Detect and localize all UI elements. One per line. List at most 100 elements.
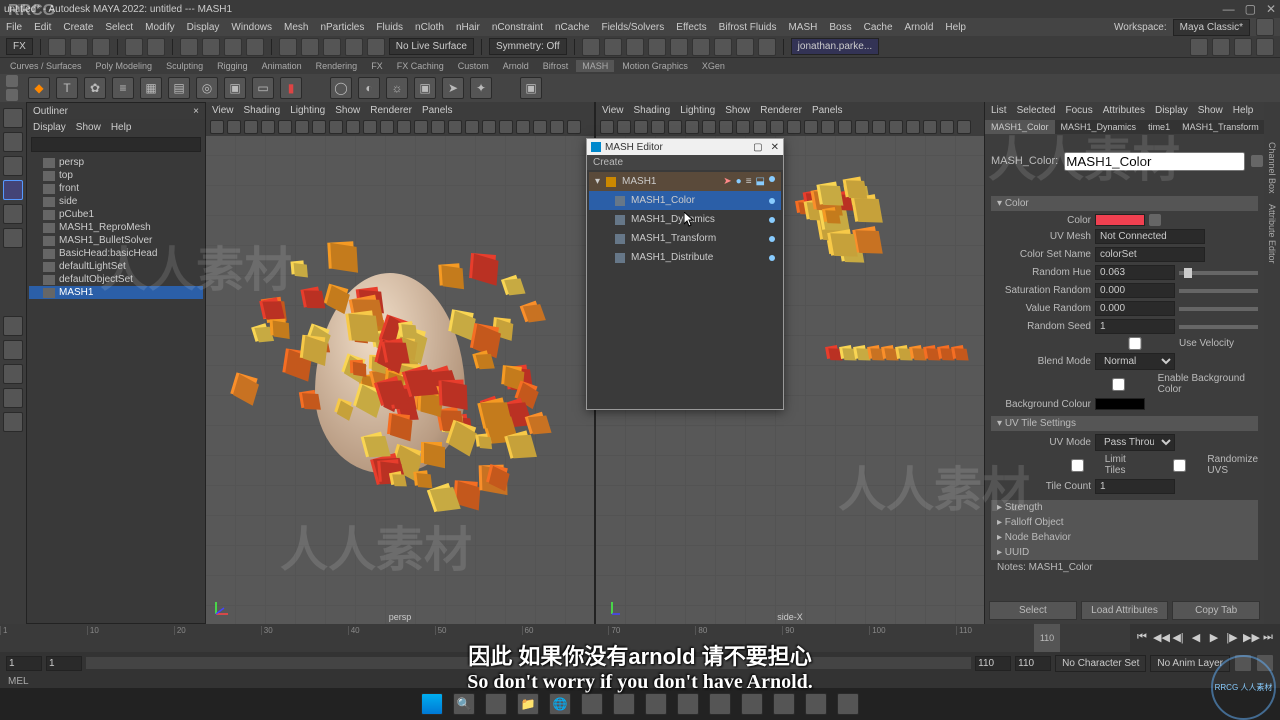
mash-editor-maximize[interactable]: ▢ — [753, 142, 762, 153]
vp-tool-icon[interactable] — [957, 120, 971, 134]
outliner-menu-item[interactable]: Display — [33, 122, 66, 133]
current-frame-indicator[interactable]: 110 — [1034, 624, 1060, 652]
scale-tool-icon[interactable] — [3, 228, 23, 248]
prev-key-button[interactable]: ◀| — [1171, 631, 1185, 645]
command-line[interactable]: MEL — [0, 674, 1280, 688]
mash-camera-icon[interactable]: ▣ — [414, 77, 436, 99]
vp-tool-icon[interactable] — [482, 120, 496, 134]
mash-extra-icon[interactable]: ▣ — [520, 77, 542, 99]
outliner-item[interactable]: top — [29, 169, 203, 182]
mash-node-item[interactable]: MASH1_Color — [589, 191, 781, 210]
layout-two-stack-icon[interactable] — [3, 388, 23, 408]
mash-util2-icon[interactable]: ▭ — [252, 77, 274, 99]
vp-tool-icon[interactable] — [380, 120, 394, 134]
attr-menu-item[interactable]: Display — [1155, 105, 1188, 116]
vp-tool-icon[interactable] — [787, 120, 801, 134]
vp-tool-icon[interactable] — [838, 120, 852, 134]
vp-tool-icon[interactable] — [448, 120, 462, 134]
open-scene-icon[interactable] — [70, 38, 88, 56]
step-back-button[interactable]: ◀◀ — [1153, 631, 1167, 645]
vp-tool-icon[interactable] — [244, 120, 258, 134]
vp-tool-icon[interactable] — [431, 120, 445, 134]
vp-tool-icon[interactable] — [414, 120, 428, 134]
menu-help[interactable]: Help — [945, 22, 966, 33]
shelf-tab[interactable]: Animation — [256, 60, 308, 72]
attr-menu-item[interactable]: Selected — [1017, 105, 1056, 116]
menu-ncloth[interactable]: nCloth — [415, 22, 444, 33]
attr-menu-item[interactable]: Help — [1233, 105, 1254, 116]
mash-editor-close[interactable]: ✕ — [771, 142, 779, 153]
anim-prefs-icon[interactable] — [1256, 654, 1274, 672]
playblast-icon[interactable] — [692, 38, 710, 56]
shelf-tab[interactable]: Sculpting — [160, 60, 209, 72]
limit-tiles-checkbox[interactable] — [1054, 459, 1101, 472]
taskbar-taskview-icon[interactable] — [485, 693, 507, 715]
redo-icon[interactable] — [147, 38, 165, 56]
evaluation-icon[interactable] — [714, 38, 732, 56]
windows-start-icon[interactable] — [421, 693, 443, 715]
vp-tool-icon[interactable] — [821, 120, 835, 134]
select-mode-icon[interactable] — [202, 38, 220, 56]
taskbar-app5-icon[interactable] — [709, 693, 731, 715]
layout-persp-outliner-icon[interactable] — [3, 412, 23, 432]
taskbar-edge-icon[interactable]: 🌐 — [549, 693, 571, 715]
vp-menu-item[interactable]: View — [212, 105, 234, 116]
new-scene-icon[interactable] — [48, 38, 66, 56]
taskbar-search-icon[interactable]: 🔍 — [453, 693, 475, 715]
menu-arnold[interactable]: Arnold — [905, 22, 934, 33]
symmetry-dropdown[interactable]: Symmetry: Off — [489, 38, 567, 55]
vp-menu-item[interactable]: Lighting — [680, 105, 715, 116]
randomize-uvs-checkbox[interactable] — [1156, 459, 1203, 472]
attr-tab[interactable]: MASH1_Color — [985, 120, 1055, 134]
vp-tool-icon[interactable] — [227, 120, 241, 134]
anim-layer-dropdown[interactable]: No Anim Layer — [1150, 655, 1230, 672]
enable-bg-checkbox[interactable] — [1083, 378, 1153, 391]
save-scene-icon[interactable] — [92, 38, 110, 56]
mash-util1-icon[interactable]: ▣ — [224, 77, 246, 99]
range-start-outer[interactable] — [6, 656, 42, 671]
blend-mode-select[interactable]: Normal — [1095, 353, 1175, 370]
attr-menu-item[interactable]: Focus — [1065, 105, 1092, 116]
shelf-toggle-icon[interactable] — [6, 75, 18, 87]
play-back-button[interactable]: ◀ — [1189, 631, 1203, 645]
light-editor-icon[interactable] — [670, 38, 688, 56]
shelf-tab[interactable]: Motion Graphics — [616, 60, 694, 72]
menu-cache[interactable]: Cache — [864, 22, 893, 33]
workspace-dropdown[interactable]: Maya Classic* — [1173, 19, 1250, 36]
vp-menu-item[interactable]: Shading — [634, 105, 671, 116]
menu-create[interactable]: Create — [63, 22, 93, 33]
menu-fieldssolvers[interactable]: Fields/Solvers — [601, 22, 664, 33]
autokey-icon[interactable] — [1234, 654, 1252, 672]
menu-fluids[interactable]: Fluids — [376, 22, 403, 33]
make-live-icon[interactable] — [367, 38, 385, 56]
go-end-button[interactable]: ⏭ — [1261, 631, 1275, 645]
tile-count-input[interactable] — [1095, 479, 1175, 494]
value-random-input[interactable] — [1095, 301, 1175, 316]
config-icon[interactable] — [1256, 18, 1274, 36]
outliner-item[interactable]: persp — [29, 156, 203, 169]
menu-set-dropdown[interactable]: FX — [6, 38, 33, 55]
taskbar-app6-icon[interactable] — [773, 693, 795, 715]
time-slider[interactable]: 1102030405060708090100110110 110 ⏮ ◀◀ ◀|… — [0, 624, 1280, 652]
attribute-editor-tab[interactable]: Attribute Editor — [1267, 204, 1277, 264]
outliner-item[interactable]: MASH1 — [29, 286, 203, 299]
menu-ncache[interactable]: nCache — [555, 22, 589, 33]
vp-tool-icon[interactable] — [329, 120, 343, 134]
value-random-slider[interactable] — [1179, 307, 1258, 311]
menu-modify[interactable]: Modify — [145, 22, 174, 33]
outliner-menu-item[interactable]: Help — [111, 122, 132, 133]
vp-tool-icon[interactable] — [804, 120, 818, 134]
live-surface-dropdown[interactable]: No Live Surface — [389, 38, 474, 55]
taskbar-app1-icon[interactable] — [581, 693, 603, 715]
mash-type-icon[interactable]: T — [56, 77, 78, 99]
outliner-item[interactable]: MASH1_BulletSolver — [29, 234, 203, 247]
vp-tool-icon[interactable] — [550, 120, 564, 134]
color-set-input[interactable] — [1095, 247, 1205, 262]
section-color[interactable]: ▾ Color — [991, 196, 1258, 211]
vp-tool-icon[interactable] — [906, 120, 920, 134]
magnet-icon[interactable] — [345, 38, 363, 56]
character-set-dropdown[interactable]: No Character Set — [1055, 655, 1146, 672]
render-icon[interactable] — [582, 38, 600, 56]
taskbar-app4-icon[interactable] — [677, 693, 699, 715]
move-tool-icon[interactable] — [3, 180, 23, 200]
